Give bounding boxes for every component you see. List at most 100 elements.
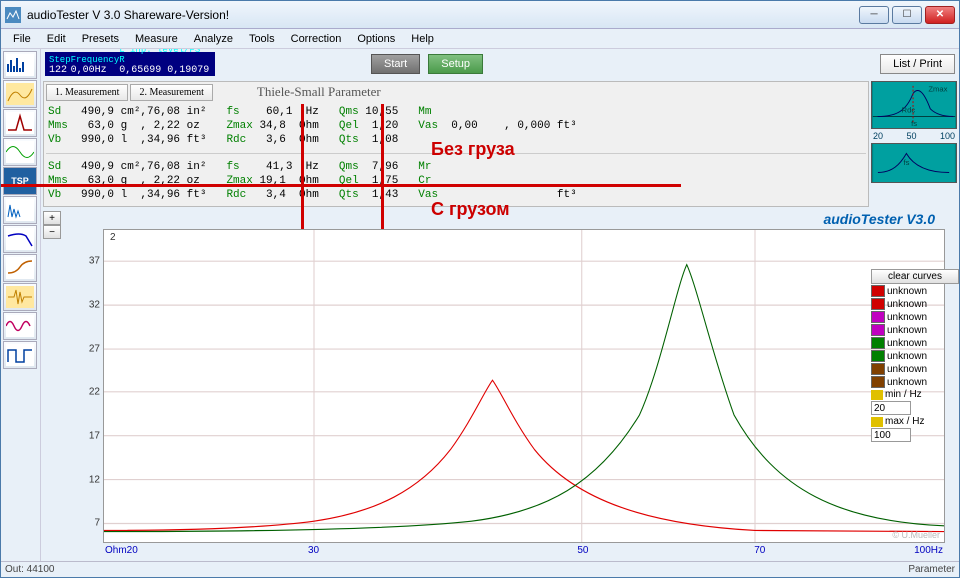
min-hz-input[interactable] [871,401,911,415]
legend-row[interactable]: unknown [871,324,959,336]
zoom-controls: + − [43,211,61,559]
legend-row[interactable]: unknown [871,298,959,310]
minimize-button[interactable]: ─ [859,6,889,24]
max-hz-label: max / Hz [871,416,959,427]
maximize-button[interactable]: ☐ [892,6,922,24]
tool-scope-icon[interactable] [3,138,37,166]
step-value: 122 [49,65,67,76]
legend-row[interactable]: unknown [871,285,959,297]
mini-tick-100: 100 [940,131,955,141]
level-header: L inp. level/FS R [119,49,211,65]
swatch-icon [871,311,885,323]
menu-edit[interactable]: Edit [39,31,74,47]
tool-tsp-icon[interactable]: TSP [3,167,37,195]
tool-filter-icon[interactable] [3,254,37,282]
ytick-12: 12 [89,474,100,485]
status-samplerate: Out: 44100 [5,564,54,575]
list-print-button[interactable]: List / Print [880,54,955,74]
legend-panel: clear curves unknown unknown unknown unk… [871,269,959,442]
statusbar: Out: 44100 Parameter [1,561,959,577]
xtick-20: 20 [127,545,138,556]
tab-measurement-2[interactable]: 2. Measurement [130,84,212,101]
swatch-icon [871,298,885,310]
legend-row[interactable]: unknown [871,311,959,323]
left-toolbar: TSP [1,49,41,561]
tool-spectrum-icon[interactable] [3,51,37,79]
tool-sweep-icon[interactable] [3,80,37,108]
tool-fft-icon[interactable] [3,196,37,224]
status-right: Parameter [908,564,955,575]
tab-measurement-1[interactable]: 1. Measurement [46,84,128,101]
swatch-icon [871,417,883,427]
body: TSP Step122 Frequency0,00Hz L inp. level… [1,49,959,561]
mini-chart-column: Zmax Rdc fs 20 50 100 fs [869,79,959,185]
start-button[interactable]: Start [371,54,420,74]
svg-text:fs: fs [904,158,910,167]
menu-analyze[interactable]: Analyze [186,31,241,47]
chart-title: audioTester V3.0 [63,209,955,227]
titlebar: audioTester V 3.0 Shareware-Version! ─ ☐… [1,1,959,29]
window-buttons: ─ ☐ ✕ [859,6,955,24]
mini-chart-1[interactable]: Zmax Rdc fs [871,81,957,129]
clear-curves-button[interactable]: clear curves [871,269,959,284]
tool-burst-icon[interactable] [3,283,37,311]
impedance-plot[interactable]: 2 7 12 17 22 27 32 37 [103,229,945,543]
mini-tick-50: 50 [906,131,916,141]
mini-chart-2[interactable]: fs [871,143,957,183]
app-window: audioTester V 3.0 Shareware-Version! ─ ☐… [0,0,960,578]
legend-row[interactable]: unknown [871,350,959,362]
legend-row[interactable]: unknown [871,337,959,349]
main-area: Step122 Frequency0,00Hz L inp. level/FS … [41,49,959,561]
chart-wrap: + − audioTester V3.0 2 7 12 17 22 27 32 … [41,209,955,561]
legend-row[interactable]: unknown [871,363,959,375]
menu-tools[interactable]: Tools [241,31,283,47]
swatch-icon [871,376,885,388]
params-row-2: Sd 490,9 cm²,76,08 in²Mms 63,0 g , 2,22 … [46,158,866,204]
xtick-70: 70 [754,545,765,556]
freq-value: 0,00Hz [71,65,107,76]
chart-credit: © U.Mueller [892,530,940,540]
menu-measure[interactable]: Measure [127,31,186,47]
status-infobox: Step122 Frequency0,00Hz L inp. level/FS … [45,52,215,76]
tool-wave-icon[interactable] [3,312,37,340]
ytick-32: 32 [89,299,100,310]
setup-button[interactable]: Setup [428,54,483,74]
zoom-in-button[interactable]: + [43,211,61,225]
menu-options[interactable]: Options [349,31,403,47]
menu-presets[interactable]: Presets [74,31,127,47]
tool-response-icon[interactable] [3,225,37,253]
tool-square-icon[interactable] [3,341,37,369]
app-icon [5,7,21,23]
min-hz-label: min / Hz [871,389,959,400]
svg-text:Rdc: Rdc [902,106,916,115]
menubar: File Edit Presets Measure Analyze Tools … [1,29,959,49]
zoom-out-button[interactable]: − [43,225,61,239]
swatch-icon [871,390,883,400]
ytick-22: 22 [89,387,100,398]
ytick-27: 27 [89,343,100,354]
top-strip: Step122 Frequency0,00Hz L inp. level/FS … [41,49,959,79]
x-unit: Ohm [105,545,127,556]
menu-correction[interactable]: Correction [283,31,350,47]
menu-help[interactable]: Help [403,31,442,47]
svg-text:fs: fs [911,119,917,128]
max-hz-input[interactable] [871,428,911,442]
legend-row[interactable]: unknown [871,376,959,388]
window-title: audioTester V 3.0 Shareware-Version! [27,8,859,22]
freq-header: Frequency [71,55,120,65]
close-button[interactable]: ✕ [925,6,955,24]
xtick-50: 50 [577,545,588,556]
params-row-1: Sd 490,9 cm²,76,08 in²Mms 63,0 g , 2,22 … [46,103,866,149]
ytick-17: 17 [89,430,100,441]
step-header: Step [49,55,71,65]
swatch-icon [871,324,885,336]
ytick-37: 37 [89,256,100,267]
ytick-2: 2 [110,232,116,243]
tool-impedance-icon[interactable] [3,109,37,137]
menu-file[interactable]: File [5,31,39,47]
swatch-icon [871,363,885,375]
swatch-icon [871,350,885,362]
xtick-30: 30 [308,545,319,556]
ts-header: Thiele-Small Parameter [257,84,381,101]
svg-text:Zmax: Zmax [928,85,947,94]
